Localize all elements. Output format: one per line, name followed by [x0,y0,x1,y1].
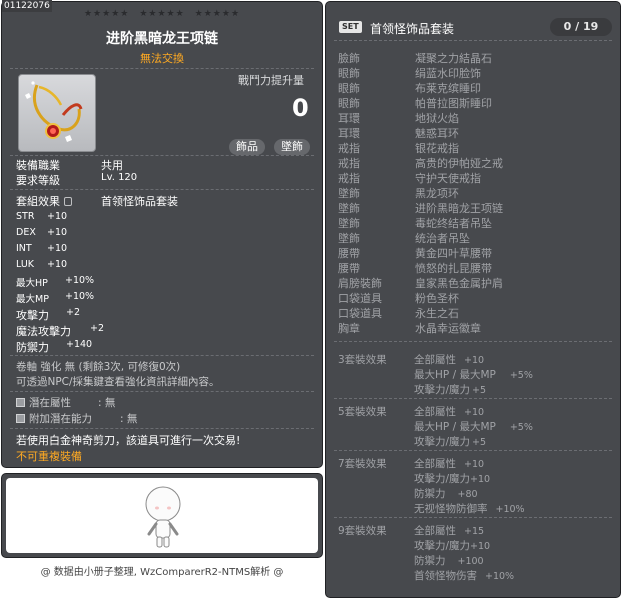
divider [334,517,612,518]
set-item-row: 口袋道具 粉色圣杯 [338,292,459,305]
set-badge: SET [339,21,362,33]
divider [334,341,612,342]
scissors-note: 若使用白金神奇剪刀，該道具可進行一次交易! [16,434,241,447]
combat-power-value: 0 [292,94,309,122]
set-item-row: 戒指 守护天使戒指 [338,172,481,185]
potential-row: 潛在屬性 : 無 [16,395,115,410]
stat-row: 最大HP +10% [16,275,95,289]
divider [10,68,314,69]
stat-row: STR +10 [16,211,68,222]
set-item-row: 墜飾 进阶黑暗龙王项链 [338,202,503,215]
category-chip-accessory: 飾品 [229,139,265,155]
set-bonus-line: 攻擊力/魔力+10 [414,540,491,552]
category-chip-pendant: 墜飾 [274,139,310,155]
potential-icon [16,398,25,407]
set-item-row: 口袋道具 永生之石 [338,307,459,320]
bonus-potential-value: : 無 [120,413,138,425]
necklace-icon [25,81,83,142]
divider [334,450,612,451]
divider [10,355,314,356]
set-item-row: 胸章 水晶幸运徽章 [338,322,481,335]
footer-credit: @ 数据由小册子整理, WzComparerR2-NTMS解析 @ [40,567,284,578]
scroll-upgrade-info: 卷軸 強化 無 (剩餘3次, 可修復0次) [16,361,181,373]
set-bonus-line: 无视怪物防御率 +10% [414,503,525,515]
divider [334,398,612,399]
character-avatar-icon [145,486,181,548]
set-item-row: 戒指 高贵的伊帕娅之戒 [338,157,503,170]
bonus-potential-label: 附加潛在能力 [29,413,92,425]
set-bonus-7-header: 7套裝效果 [338,458,387,470]
set-row: 套組效果 首领怪饰品套装 [16,193,178,209]
stat-row: 魔法攻擊力 +2 [16,323,105,338]
set-item-row: 腰帶 愤怒的扎昆腰带 [338,262,492,275]
set-bonus-9-header: 9套裝效果 [338,525,387,537]
set-item-row: 耳環 魅惑耳环 [338,127,459,140]
stat-row: DEX +10 [16,227,68,238]
upgrade-info-note: 可透過NPC/採集鍵查看強化資訊詳細內容。 [16,376,220,388]
bonus-potential-icon [16,414,25,423]
job-row: 裝備職業 共用 [16,157,123,173]
stat-row: 攻擊力 +2 [16,307,81,322]
avatar-preview-panel [1,473,323,558]
item-name: 进阶黑暗龙王项链 [106,31,218,47]
set-item-row: 眼飾 绢蓝水印脸饰 [338,67,481,80]
job-value: 共用 [101,159,123,172]
item-id-tag: 01122076 [2,0,52,12]
set-bonus-line: 全部屬性 +10 [414,354,485,366]
lock-icon [64,197,72,206]
set-bonus-line: 攻擊力/魔力 +5 [414,436,487,448]
level-label: 要求等級 [16,174,60,187]
item-icon-frame [18,74,96,152]
set-bonus-line: 攻擊力/魔力 +5 [414,384,487,396]
level-row: 要求等級 Lv. 120 [16,172,137,188]
stat-row: LUK +10 [16,259,68,270]
set-item-row: 眼飾 布莱克缤睡印 [338,82,481,95]
stat-row: 防禦力 +140 [16,339,93,354]
trade-restriction: 無法交換 [140,52,184,65]
set-item-row: 肩膀裝飾 皇家黑色金属护肩 [338,277,503,290]
divider [10,155,314,156]
set-bonus-line: 防禦力 +100 [414,555,484,567]
set-item-row: 腰帶 黄金四叶草腰带 [338,247,492,260]
item-tooltip-panel: ★★★★★ ★★★★★ ★★★★★ 进阶黑暗龙王项链 無法交換 戰鬥力提升量 0 飾… [1,1,323,468]
set-bonus-line: 攻擊力/魔力+10 [414,473,491,485]
potential-value: : 無 [98,397,116,409]
set-bonus-line: 最大HP / 最大MP +5% [414,421,533,433]
job-label: 裝備職業 [16,159,60,172]
set-item-row: 墜飾 黑龙项环 [338,187,459,200]
set-item-row: 墜飾 毒蛇终结者吊坠 [338,217,492,230]
avatar-preview-area [6,478,318,553]
set-item-row: 臉飾 凝聚之力結晶石 [338,52,492,65]
stat-row: 最大MP +10% [16,291,95,305]
set-bonus-line: 首领怪物伤害 +10% [414,570,515,582]
set-item-row: 墜飾 统治者吊坠 [338,232,470,245]
potential-label: 潛在屬性 [29,397,71,409]
divider [334,40,612,41]
set-item-row: 耳環 地狱火焰 [338,112,459,125]
set-bonus-line: 全部屬性 +15 [414,525,485,537]
stat-row: INT +10 [16,243,68,254]
set-label: 套組效果 [16,195,60,208]
set-title: 首领怪饰品套装 [370,22,455,36]
set-bonus-line: 防禦力 +80 [414,488,478,500]
set-item-row: 眼飾 帕普拉图斯睡印 [338,97,492,110]
set-count: 0 / 19 [550,18,612,36]
bonus-potential-row: 附加潛在能力 : 無 [16,411,137,426]
level-value: Lv. 120 [101,172,138,183]
divider [10,189,314,190]
set-item-row: 戒指 银花戒指 [338,142,459,155]
unique-equip-note: 不可重複裝備 [16,450,82,463]
set-value: 首领怪饰品套装 [101,195,178,208]
set-bonus-line: 最大HP / 最大MP +5% [414,369,533,381]
set-bonus-3-header: 3套裝效果 [338,354,387,366]
set-bonus-5-header: 5套裝效果 [338,406,387,418]
combat-power-label: 戰鬥力提升量 [238,74,304,87]
set-bonus-line: 全部屬性 +10 [414,458,485,470]
set-effect-panel: SET 首领怪饰品套装 0 / 19 臉飾 凝聚之力結晶石 眼飾 绢蓝水印脸饰 眼飾… [325,1,621,598]
set-bonus-line: 全部屬性 +10 [414,406,485,418]
divider [10,391,314,392]
divider [10,428,314,429]
